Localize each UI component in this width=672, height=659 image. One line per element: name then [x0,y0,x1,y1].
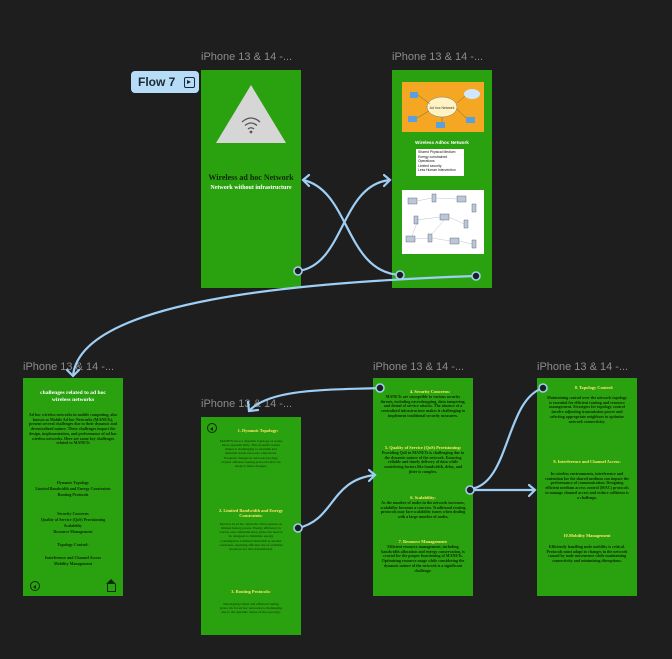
frame-label-3[interactable]: iPhone 13 & 14 -... [23,361,114,373]
frame-challenges-8-10[interactable]: 8. Topology Control: Maintaining control… [537,378,637,596]
frame3-heading: challenges related to ad hoc wireless ne… [40,390,106,403]
flow-label: Flow 7 [138,75,176,89]
wireless-devices-image [402,190,484,254]
frame3-item: Quality of Service (QoS) Provisioning [40,517,106,522]
s9-title: 9. Interference and Channel Access: [553,459,621,464]
frame2-bullet: Shared Physical Medium [418,150,456,154]
connector-frame4-to-frame5 [297,473,376,530]
arrowhead-frame1 [301,173,311,188]
s10-body: Efficiently handling node mobility is cr… [546,544,628,564]
s1-title: 1. Dynamic Topology: [237,428,279,433]
s10-title: 10.Mobility Management [563,533,611,538]
s7-body: Efficient resource management, including… [381,544,465,573]
adhoc-network-diagram: Ad hoc Network [402,82,484,132]
back-icon[interactable] [30,581,40,591]
frame1-subtitle: Network without infrastructure [210,185,292,191]
frame-challenges-list[interactable]: challenges related to ad hoc wireless ne… [23,378,123,596]
frame-label-4[interactable]: iPhone 13 & 14 -... [201,398,292,410]
s9-body: In wireless environments, interference a… [545,471,629,500]
frame3-item: Dynamic Topology [57,480,89,485]
frame-label-2[interactable]: iPhone 13 & 14 -... [392,51,483,63]
connector-frame2-to-frame1 [302,178,401,277]
frame-label-6[interactable]: iPhone 13 & 14 -... [537,361,628,373]
connector-frame1-to-frame2 [297,178,391,273]
mobile-devices-icon [405,193,477,249]
s8-title: 8. Topology Control: [574,385,614,390]
frame3-item: Interference and Channel Access [44,555,102,560]
s2-title: 2. Limited Bandwidth and Energy Constrai… [218,508,284,519]
s3-body: Developing robust and efficient routing … [219,602,283,615]
frame3-item: Topology Control: [57,542,89,547]
frame3-item: Resource Management [53,529,93,534]
frame3-intro: Ad hoc wireless networks in mobile compu… [28,412,118,446]
frame-label-5[interactable]: iPhone 13 & 14 -... [373,361,464,373]
frame3-item: Limited Bandwidth and Energy Constraints [35,486,111,491]
s4-body: MANETs are susceptible to various securi… [380,394,466,418]
connector-frame6-to-frame5 [469,386,544,491]
s2-body: Devices in ad hoc networks often operate… [219,522,283,551]
arrowhead-frame6 [527,483,537,498]
frame3-item: Routing Protocols [57,492,89,497]
s8-body: Maintaining control over the network top… [547,395,627,424]
frame3-item: Security Concerns [57,511,89,516]
frame-wireless-title[interactable]: Wireless ad hoc Network Network without … [201,70,301,288]
s3-title: 3. Routing Protocols: [231,589,271,594]
frame-label-1[interactable]: iPhone 13 & 14 -... [201,51,292,63]
s6-body: As the number of nodes in the network in… [380,500,466,520]
home-icon[interactable] [106,579,116,592]
frame-challenges-1-3[interactable]: 1. Dynamic Topology: MANETs have a dynam… [201,417,301,635]
s1-body: MANETs have a dynamic topology as nodes … [219,439,283,468]
frame1-title: Wireless ad hoc Network [208,173,294,182]
frame3-item: Scalability [63,523,82,528]
frame2-caption: Wireless Adhoc Network [415,140,469,145]
wifi-triangle-icon [216,85,286,143]
arrowhead-frame2 [382,173,392,188]
frame2-bullet-box: Shared Physical Medium Energy constraine… [416,149,464,176]
flow-badge[interactable]: Flow 7 [131,71,199,93]
adhoc-center-label: Ad hoc Network [430,106,455,110]
present-flow-icon[interactable] [184,76,196,88]
frame-challenges-4-7[interactable]: 4. Security Concerns: MANETs are suscept… [373,378,473,596]
frame3-item: Mobility Management [53,561,93,566]
frame-adhoc-diagram[interactable]: Ad hoc Network Wireless Adhoc Network Sh… [392,70,492,288]
frame2-bullet: Less Human Intervention [418,168,456,173]
s5-body: Providing QoS in MANETs is challenging d… [381,450,465,474]
frame2-bullet: Energy constrained Operations [418,154,448,164]
network-devices-icon: Ad hoc Network [408,89,480,128]
